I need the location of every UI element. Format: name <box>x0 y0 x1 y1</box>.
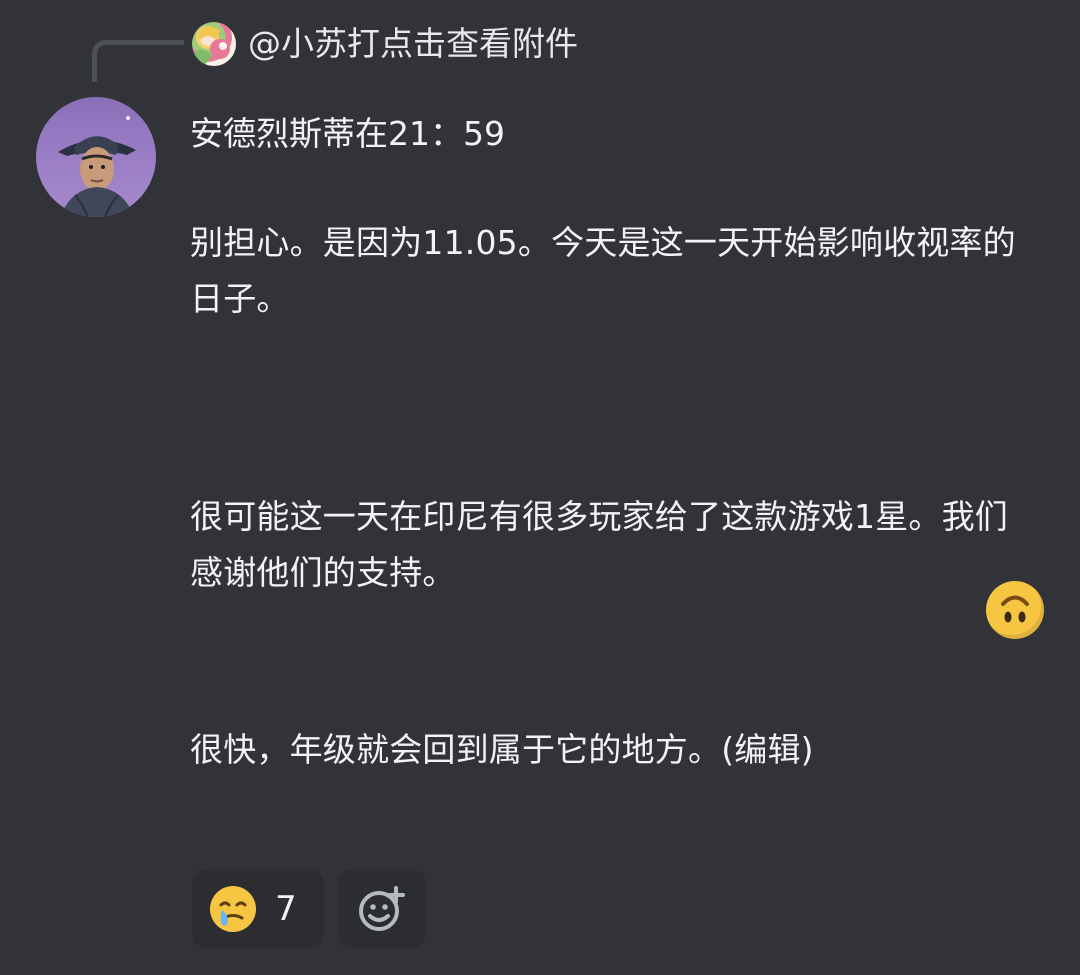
message-paragraph-2: 很可能这一天在印尼有很多玩家给了这款游戏1星。我们感谢他们的支持。 <box>190 497 1008 592</box>
upside-down-face-icon <box>986 581 1044 639</box>
add-reaction-button[interactable] <box>338 869 426 948</box>
reply-preview[interactable]: @小苏打点击查看附件 <box>248 22 578 66</box>
crying-face-icon <box>207 883 259 935</box>
author-avatar[interactable] <box>36 97 156 217</box>
reaction-crying-face-button[interactable]: 7 <box>192 869 324 948</box>
reply-connector-line <box>92 40 184 82</box>
add-reaction-icon <box>355 882 409 936</box>
reply-username[interactable]: @小苏打 <box>248 24 380 63</box>
message-paragraph-1: 别担心。是因为11.05。今天是这一天开始影响收视率的日子。 <box>190 223 1016 318</box>
reply-attachment-text[interactable]: 点击查看附件 <box>380 24 578 63</box>
reaction-count: 7 <box>275 888 297 929</box>
message-header: 安德烈斯蒂在21：59 <box>190 114 505 153</box>
message-paragraph-3: 很快，年级就会回到属于它的地方。(编辑) <box>190 730 814 769</box>
reply-avatar[interactable] <box>192 22 236 66</box>
